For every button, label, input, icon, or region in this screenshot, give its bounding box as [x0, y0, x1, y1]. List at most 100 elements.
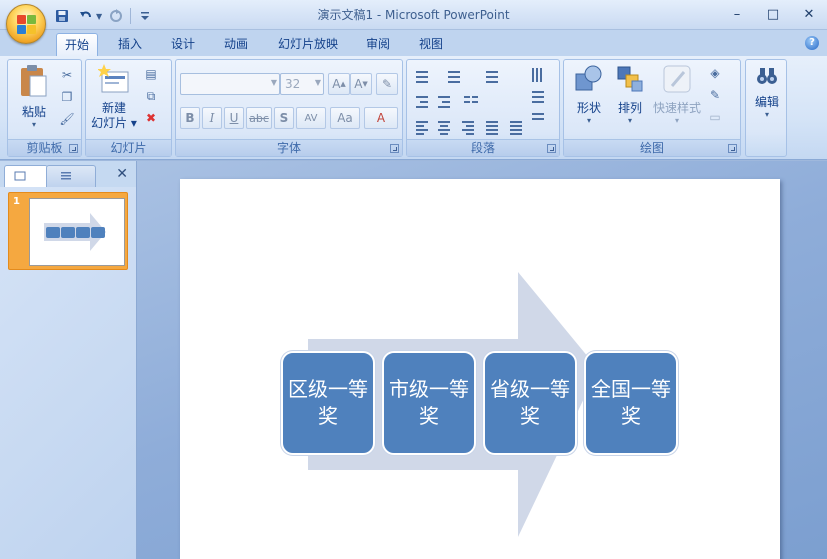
- slides-group-label: 幻灯片: [86, 139, 171, 156]
- new-slide-label-line1: 新建: [101, 101, 126, 115]
- slide-canvas[interactable]: 区级一等奖 市级一等奖 省级一等奖 全国一等奖: [180, 179, 780, 559]
- paste-button[interactable]: 粘贴 ▾: [12, 64, 56, 130]
- new-slide-button[interactable]: 新建 幻灯片 ▾: [89, 64, 139, 131]
- layout-icon[interactable]: ▤: [142, 65, 160, 83]
- font-group-label: 字体: [176, 139, 402, 156]
- office-button[interactable]: [6, 4, 46, 44]
- columns-icon[interactable]: [461, 93, 479, 111]
- drawing-launcher-icon[interactable]: [728, 144, 737, 153]
- quick-styles-label: 快速样式: [652, 101, 701, 115]
- shapes-icon: [575, 65, 602, 91]
- cut-icon[interactable]: ✂: [58, 66, 76, 84]
- bullets-icon[interactable]: [413, 68, 431, 86]
- clear-formatting-icon[interactable]: ✎: [376, 73, 398, 95]
- character-spacing-icon[interactable]: AV: [296, 107, 326, 129]
- strikethrough-icon[interactable]: abc: [246, 107, 272, 129]
- shape-fill-icon[interactable]: ◈: [706, 64, 724, 82]
- window-controls: – □ ✕: [719, 0, 827, 28]
- tab-animations[interactable]: 动画: [216, 33, 256, 56]
- close-button[interactable]: ✕: [791, 0, 827, 28]
- smartart-box-4[interactable]: 全国一等奖: [584, 351, 678, 455]
- smartart-box-3[interactable]: 省级一等奖: [483, 351, 577, 455]
- change-case-icon[interactable]: Aa: [330, 107, 360, 129]
- shapes-label: 形状: [576, 101, 601, 115]
- clipboard-icon: [21, 65, 47, 97]
- minimize-button[interactable]: –: [719, 0, 755, 28]
- smartart-arrow-background: [308, 272, 598, 537]
- delete-slide-icon[interactable]: ✖: [142, 109, 160, 127]
- text-shadow-icon[interactable]: S: [274, 107, 294, 129]
- text-direction-icon[interactable]: [529, 66, 547, 84]
- font-color-icon[interactable]: A: [364, 107, 398, 129]
- paragraph-group-label: 段落: [407, 139, 559, 156]
- tab-review[interactable]: 审阅: [358, 33, 398, 56]
- smartart-box-2[interactable]: 市级一等奖: [382, 351, 476, 455]
- slides-view-icon: [14, 171, 26, 181]
- distributed-icon[interactable]: [507, 118, 525, 136]
- slide-thumbnail[interactable]: 1: [8, 192, 128, 270]
- group-font: ▼ 32 ▼ A ▲ A ▼ ✎ B I U abc S AV Aa A 字体: [175, 59, 403, 157]
- tab-home[interactable]: 开始: [56, 33, 98, 56]
- slide-thumbnail-preview: [29, 198, 125, 266]
- format-painter-icon[interactable]: 🖌: [58, 110, 76, 128]
- quick-styles-button[interactable]: 快速样式 ▾: [650, 64, 704, 126]
- font-name-combo[interactable]: ▼: [180, 73, 280, 95]
- align-center-icon[interactable]: [435, 118, 453, 136]
- line-spacing-icon[interactable]: [483, 68, 501, 86]
- group-paragraph: 段落: [406, 59, 560, 157]
- increase-indent-icon[interactable]: [435, 93, 453, 111]
- slide-panel: ✕ 1: [0, 161, 137, 559]
- smartart-convert-icon[interactable]: [529, 110, 547, 128]
- office-logo-icon: [17, 15, 37, 35]
- shape-effects-icon[interactable]: ▭: [706, 108, 724, 126]
- title-bar: ▼ 演示文稿1 - Microsoft PowerPoint – □ ✕: [0, 0, 827, 30]
- align-right-icon[interactable]: [459, 118, 477, 136]
- align-left-icon[interactable]: [413, 118, 431, 136]
- group-drawing: 形状 ▾ 排列 ▾ 快速样式 ▾ ◈ ✎ ▭ 绘图: [563, 59, 741, 157]
- slide-panel-tabs: [4, 165, 132, 187]
- quick-styles-icon: [663, 65, 691, 93]
- shapes-button[interactable]: 形状 ▾: [568, 64, 610, 126]
- maximize-button[interactable]: □: [755, 0, 791, 28]
- new-slide-label-line2: 幻灯片 ▾: [91, 116, 137, 130]
- font-launcher-icon[interactable]: [390, 144, 399, 153]
- font-size-value: 32: [285, 77, 301, 91]
- tab-slide-show[interactable]: 幻灯片放映: [270, 33, 346, 56]
- arrange-icon: [617, 66, 643, 92]
- paragraph-launcher-icon[interactable]: [547, 144, 556, 153]
- group-slides: 新建 幻灯片 ▾ ▤ ⧉ ✖ 幻灯片: [85, 59, 172, 157]
- bold-icon[interactable]: B: [180, 107, 200, 129]
- clipboard-launcher-icon[interactable]: [69, 144, 78, 153]
- decrease-indent-icon[interactable]: [413, 93, 431, 111]
- tab-outline-view[interactable]: [46, 165, 96, 187]
- group-clipboard: 粘贴 ▾ ✂ ❐ 🖌 剪贴板: [7, 59, 82, 157]
- align-text-icon[interactable]: [529, 88, 547, 106]
- arrange-button[interactable]: 排列 ▾: [610, 64, 650, 126]
- copy-icon[interactable]: ❐: [58, 88, 76, 106]
- justify-icon[interactable]: [483, 118, 501, 136]
- editing-button[interactable]: 编辑 ▾: [748, 64, 786, 120]
- tab-design[interactable]: 设计: [163, 33, 203, 56]
- grow-font-icon[interactable]: A ▲: [328, 73, 350, 95]
- tab-insert[interactable]: 插入: [110, 33, 150, 56]
- shape-outline-icon[interactable]: ✎: [706, 86, 724, 104]
- tab-view[interactable]: 视图: [411, 33, 451, 56]
- slide-thumbnail-number: 1: [13, 196, 20, 207]
- slide-editing-area: 区级一等奖 市级一等奖 省级一等奖 全国一等奖: [137, 161, 827, 559]
- shrink-font-icon[interactable]: A ▼: [350, 73, 372, 95]
- font-size-combo[interactable]: 32 ▼: [280, 73, 324, 95]
- close-panel-icon[interactable]: ✕: [116, 166, 128, 182]
- numbering-icon[interactable]: [445, 68, 463, 86]
- ribbon-tab-row: 开始 插入 设计 动画 幻灯片放映 审阅 视图 ?: [0, 30, 827, 56]
- smartart-box-1[interactable]: 区级一等奖: [281, 351, 375, 455]
- italic-icon[interactable]: I: [202, 107, 222, 129]
- outline-view-icon: [61, 172, 71, 180]
- group-editing: 编辑 ▾: [745, 59, 787, 157]
- tab-slides-view[interactable]: [4, 165, 48, 187]
- reset-icon[interactable]: ⧉: [142, 87, 160, 105]
- new-slide-icon: [97, 64, 129, 93]
- paste-label: 粘贴: [21, 105, 46, 119]
- help-icon[interactable]: ?: [805, 36, 819, 50]
- underline-icon[interactable]: U: [224, 107, 244, 129]
- arrange-label: 排列: [617, 101, 642, 115]
